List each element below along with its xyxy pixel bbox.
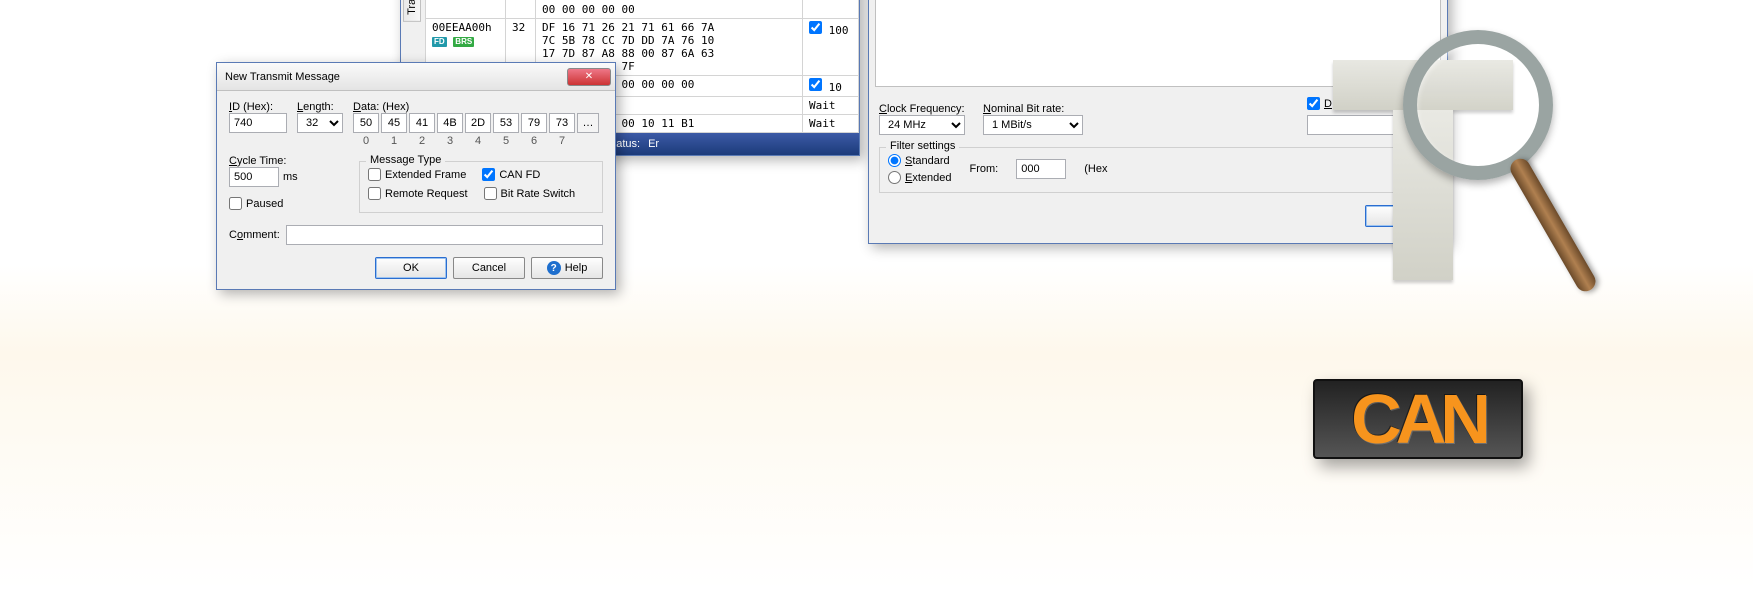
status-value: Er (648, 138, 659, 150)
help-button[interactable]: ?Help (531, 257, 603, 279)
hex-byte-input[interactable]: 50 (353, 113, 379, 133)
cancel-button[interactable]: Cancel (453, 257, 525, 279)
hex-byte-input[interactable]: 4B (437, 113, 463, 133)
hex-byte-input[interactable]: 53 (493, 113, 519, 133)
filter-standard-radio[interactable]: Standard (888, 154, 952, 167)
comment-label: Comment: (229, 229, 280, 241)
filter-settings-legend: Filter settings (886, 140, 959, 152)
new-transmit-dialog: New Transmit Message ✕ ID (Hex): Length:… (216, 62, 616, 290)
filter-extended-radio[interactable]: Extended (888, 171, 952, 184)
clock-freq-select[interactable]: 24 MHz (879, 115, 965, 135)
hex-byte-input[interactable]: 79 (521, 113, 547, 133)
close-icon[interactable]: ✕ (567, 68, 611, 86)
help-icon: ? (547, 261, 561, 275)
dialog-title: New Transmit Message (221, 71, 565, 83)
data-label: Data: (Hex) (353, 101, 599, 113)
from-input[interactable] (1016, 159, 1066, 179)
clock-freq-label: CClock Frequency:lock Frequency: (879, 103, 965, 115)
paused-checkbox[interactable]: Paused (229, 197, 283, 210)
nominal-bitrate-select[interactable]: 1 MBit/s (983, 115, 1083, 135)
extended-frame-checkbox[interactable]: Extended Frame (368, 168, 466, 181)
cycle-input[interactable] (229, 167, 279, 187)
table-row[interactable]: 740hFD BRS 3250 45 41 4B 2D 53 79 73 74 … (426, 0, 859, 19)
bit-rate-switch-checkbox[interactable]: Bit Rate Switch (484, 187, 576, 200)
comment-input[interactable] (286, 225, 603, 245)
connection-window: PCAN-USB Pro FD: Device FFFFFFFFh, Chann… (868, 0, 1448, 244)
length-label: Length: (297, 101, 343, 113)
ms-label: ms (283, 171, 298, 183)
hex-byte-input[interactable]: 45 (381, 113, 407, 133)
nominal-bitrate-label: Nominal Bit rate: (983, 103, 1083, 115)
hex-byte-input[interactable]: 41 (409, 113, 435, 133)
ok-button[interactable]: OK (375, 257, 447, 279)
cycle-label: Cycle Time: (229, 155, 349, 167)
transmit-tab[interactable]: Transm (403, 0, 421, 22)
hex-byte-input[interactable]: 73 (549, 113, 575, 133)
can-logo: CAN (1313, 379, 1523, 459)
id-label: ID (Hex): (229, 101, 287, 113)
id-input[interactable] (229, 113, 287, 133)
can-fd-checkbox[interactable]: CAN FD (482, 168, 540, 181)
message-type-legend: Message Type (366, 154, 445, 166)
magnifier-icon (1403, 30, 1553, 180)
remote-request-checkbox[interactable]: Remote Request (368, 187, 468, 200)
length-select[interactable]: 32 (297, 113, 343, 133)
from-label: From: (970, 163, 999, 175)
hex-label-1: (Hex (1084, 163, 1107, 175)
hex-byte-input[interactable]: 2D (465, 113, 491, 133)
more-bytes-button[interactable]: … (577, 113, 599, 133)
